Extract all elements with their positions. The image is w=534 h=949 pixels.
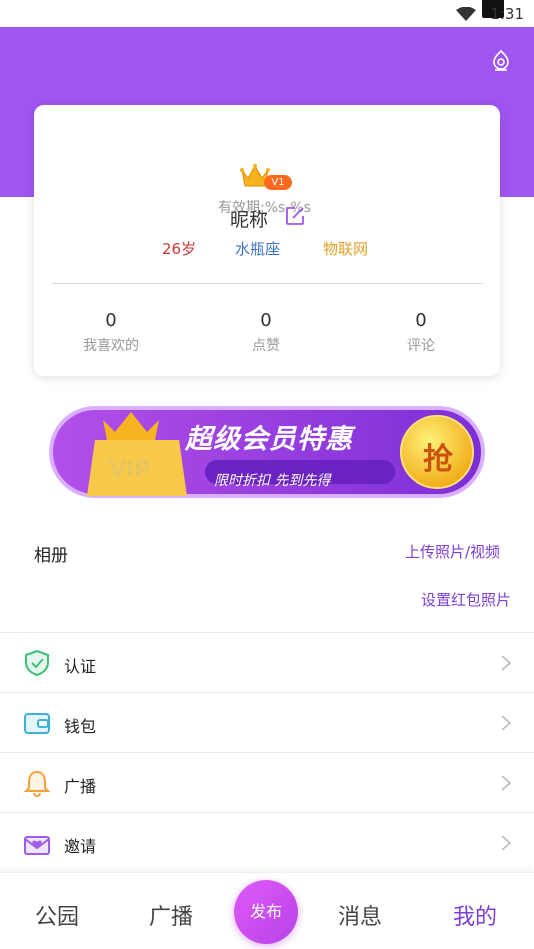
shield-check-icon [25, 649, 49, 677]
settings-menu: 认证 钱包 广播 邀请 [0, 632, 534, 872]
nickname: 昵称 [230, 209, 269, 231]
menu-item-label: 认证 [64, 657, 97, 676]
industry-tag: 物联网 [323, 240, 369, 258]
stat-label: 评论 [407, 338, 435, 354]
vip-banner-title: 超级会员特惠 [185, 424, 353, 455]
vip-grab-button[interactable]: 抢 [423, 434, 453, 478]
settings-icon[interactable] [488, 48, 514, 74]
envelope-heart-icon [24, 836, 50, 855]
level-badge: V1 [264, 175, 292, 190]
stat-value: 0 [260, 310, 272, 331]
status-time: 1:31 [490, 5, 524, 23]
chevron-right-icon [501, 835, 512, 851]
menu-item-label: 广播 [64, 777, 97, 796]
stat-thumbs-up[interactable]: 0 点赞 [206, 310, 326, 355]
album-label: 相册 [34, 546, 68, 566]
zodiac-tag: 水瓶座 [235, 240, 281, 258]
stat-value: 0 [105, 310, 117, 331]
publish-button[interactable]: 发布 [234, 880, 298, 944]
age-tag: 26岁 [162, 240, 197, 258]
chevron-right-icon [501, 655, 512, 671]
tab-broadcast[interactable]: 广播 [149, 899, 193, 931]
tab-park[interactable]: 公园 [35, 899, 79, 931]
stat-label: 点赞 [252, 338, 280, 354]
status-bar: 1:31 [0, 0, 534, 27]
stat-label: 我喜欢的 [83, 338, 139, 354]
menu-item-label: 钱包 [64, 717, 97, 736]
menu-item-label: 邀请 [64, 837, 97, 856]
menu-item-verification[interactable]: 认证 [0, 632, 534, 692]
vip-badge-text: VIP [109, 458, 151, 483]
stat-comments[interactable]: 0 评论 [361, 310, 481, 355]
edit-icon[interactable] [284, 205, 306, 227]
bell-icon [23, 770, 51, 797]
tab-mine[interactable]: 我的 [453, 899, 497, 931]
profile-card: V1 有效期:%s-%s 昵称 26岁 水瓶座 物联网 0 我喜欢的 0 点赞 … [34, 105, 500, 376]
stat-likes[interactable]: 0 我喜欢的 [51, 310, 171, 355]
chevron-right-icon [501, 775, 512, 791]
upload-photo-video-link[interactable]: 上传照片/视频 [405, 541, 500, 562]
menu-item-broadcast[interactable]: 广播 [0, 752, 534, 812]
menu-item-invite[interactable]: 邀请 [0, 812, 534, 872]
menu-item-wallet[interactable]: 钱包 [0, 692, 534, 752]
divider [52, 283, 483, 284]
tab-messages[interactable]: 消息 [338, 899, 382, 931]
wifi-icon [456, 7, 476, 21]
stat-value: 0 [415, 310, 427, 331]
wallet-icon [24, 713, 50, 734]
bottom-tab-bar: 公园 广播 发布 消息 我的 [0, 872, 534, 949]
chevron-right-icon [501, 715, 512, 731]
vip-banner-subtitle: 限时折扣 先到先得 [214, 473, 331, 489]
set-red-packet-photo-link[interactable]: 设置红包照片 [421, 589, 511, 610]
